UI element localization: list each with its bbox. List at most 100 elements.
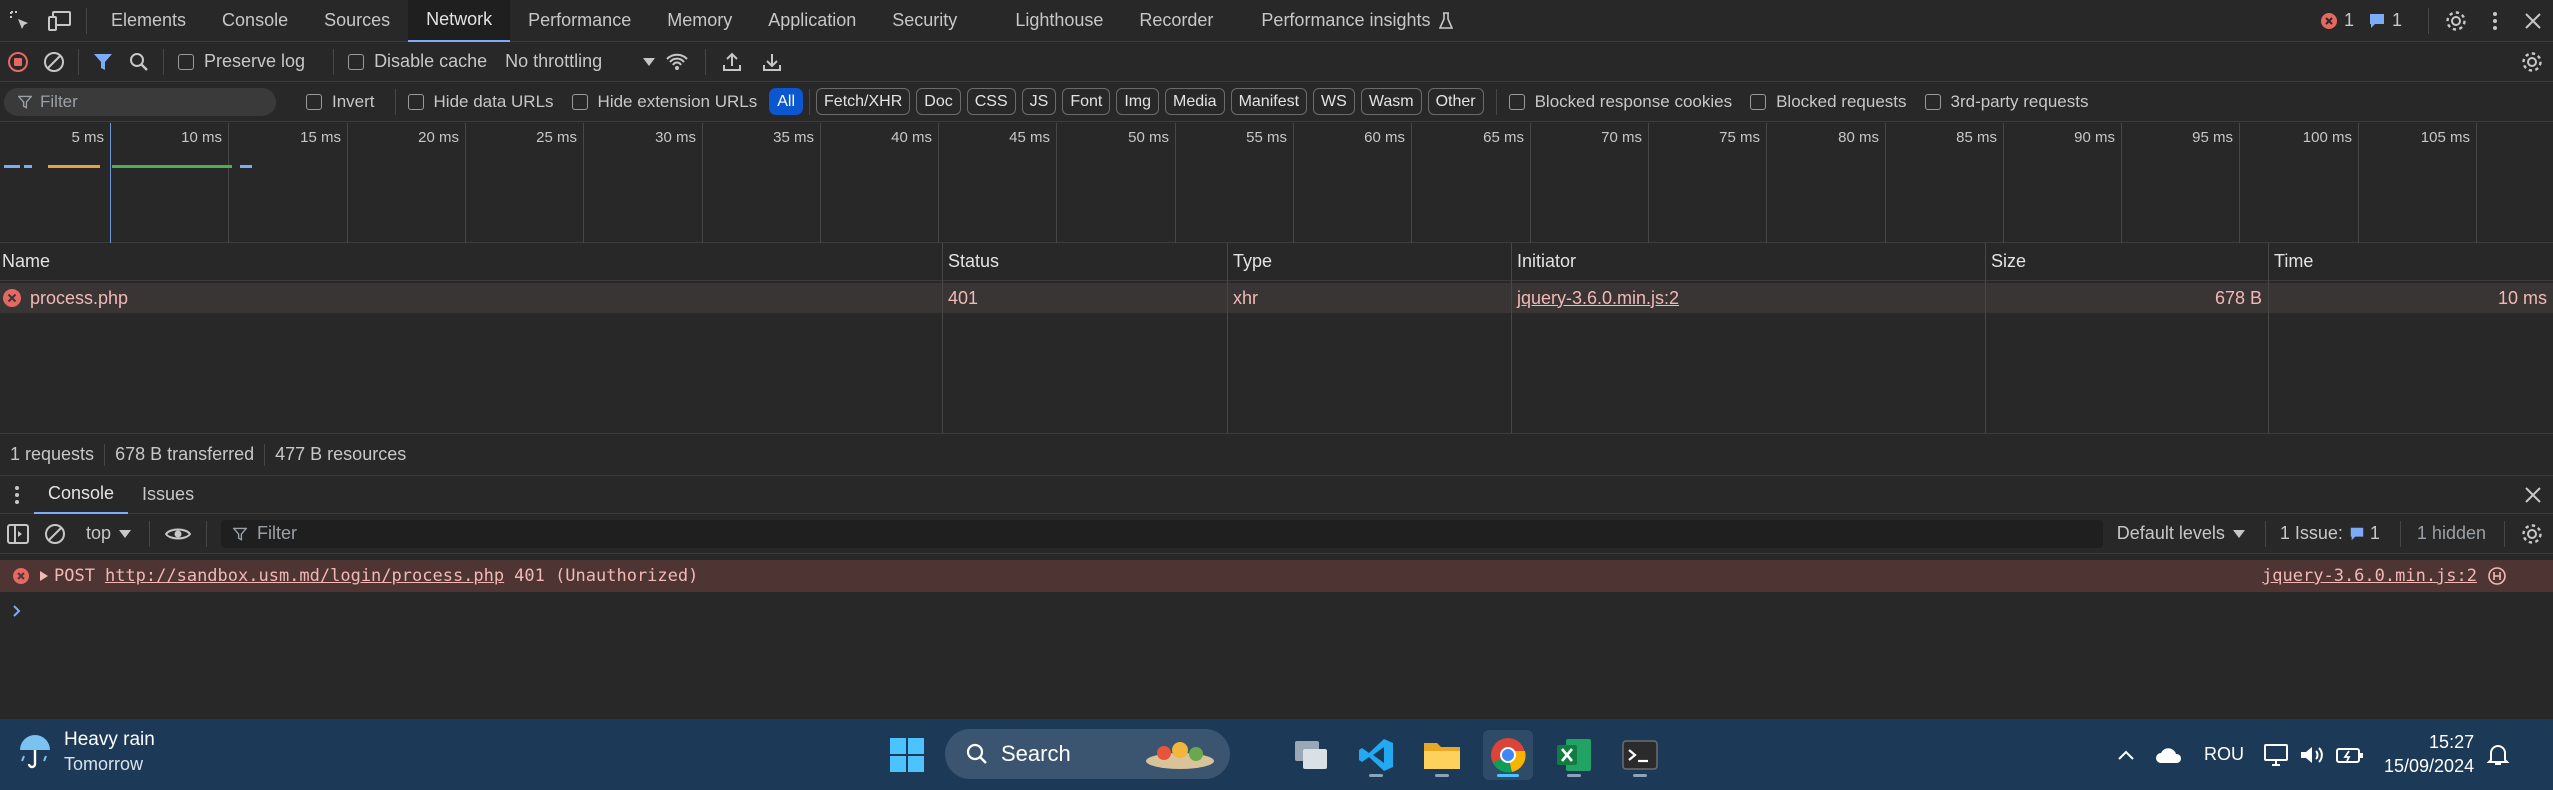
clear-icon[interactable]: [36, 51, 72, 73]
export-har-icon[interactable]: [752, 52, 792, 72]
hide-data-urls-checkbox[interactable]: Hide data URLs: [407, 92, 554, 112]
message-counter[interactable]: 1: [2368, 10, 2402, 31]
console-settings-gear-icon[interactable]: [2511, 523, 2553, 545]
chevron-up-icon[interactable]: [2108, 749, 2144, 761]
clear-console-icon[interactable]: [36, 523, 74, 545]
network-icon[interactable]: [2258, 743, 2294, 767]
clock[interactable]: 15:27 15/09/2024: [2384, 732, 2474, 777]
column-divider[interactable]: [942, 243, 943, 433]
task-view-button[interactable]: [1286, 730, 1336, 780]
tab-elements[interactable]: Elements: [93, 0, 204, 42]
tab-performance-insights[interactable]: Performance insights: [1243, 0, 1470, 42]
tab-sources[interactable]: Sources: [306, 0, 408, 42]
network-conditions-icon[interactable]: [655, 52, 699, 72]
file-explorer-taskbar-button[interactable]: [1417, 730, 1467, 780]
battery-icon[interactable]: [2330, 746, 2370, 764]
blocked-requests-checkbox[interactable]: Blocked requests: [1750, 92, 1907, 112]
keyboard-language[interactable]: ROU: [2204, 744, 2244, 765]
onedrive-cloud-icon[interactable]: [2144, 746, 2194, 764]
type-filter-all[interactable]: All: [769, 88, 804, 115]
device-toolbar-icon[interactable]: [40, 0, 80, 42]
request-name-cell[interactable]: process.php: [0, 283, 942, 313]
type-filter-js[interactable]: JS: [1021, 88, 1057, 115]
excel-taskbar-button[interactable]: [1549, 730, 1599, 780]
volume-icon[interactable]: [2294, 744, 2330, 766]
network-overview-timeline[interactable]: 5 ms 10 ms 15 ms 20 ms 25 ms 30 ms 35 ms 40 ms 4…: [0, 123, 2553, 243]
console-prompt[interactable]: [0, 596, 2553, 626]
checkbox-box[interactable]: [407, 93, 424, 110]
disable-cache-checkbox[interactable]: Disable cache: [348, 51, 487, 72]
col-header-size[interactable]: Size: [1985, 243, 2268, 281]
weather-widget[interactable]: Heavy rain Tomorrow: [18, 729, 155, 775]
type-filter-wasm[interactable]: Wasm: [1360, 88, 1422, 115]
type-filter-css[interactable]: CSS: [966, 88, 1016, 115]
checkbox-box[interactable]: [306, 93, 322, 110]
drawer-tab-console[interactable]: Console: [34, 476, 129, 514]
blocked-cookies-checkbox[interactable]: Blocked response cookies: [1508, 92, 1732, 112]
checkbox-box[interactable]: [571, 93, 588, 110]
tab-recorder[interactable]: Recorder: [1121, 0, 1243, 42]
filter-funnel-icon[interactable]: [85, 52, 121, 72]
inspect-element-icon[interactable]: [0, 0, 40, 42]
error-source-link[interactable]: jquery-3.6.0.min.js:2: [2262, 566, 2477, 586]
chrome-taskbar-button[interactable]: [1483, 730, 1533, 780]
col-header-time[interactable]: Time: [2268, 243, 2553, 281]
tab-console[interactable]: Console: [204, 0, 306, 42]
type-filter-font[interactable]: Font: [1062, 88, 1111, 115]
tab-application[interactable]: Application: [750, 0, 874, 42]
request-initiator-link[interactable]: jquery-3.6.0.min.js:2: [1517, 288, 1679, 309]
type-filter-other[interactable]: Other: [1427, 88, 1484, 115]
type-filter-fetch-xhr[interactable]: Fetch/XHR: [816, 88, 911, 115]
terminal-taskbar-button[interactable]: [1615, 730, 1665, 780]
column-divider[interactable]: [1227, 243, 1228, 433]
live-expression-eye-icon[interactable]: [156, 526, 200, 542]
col-header-type[interactable]: Type: [1227, 243, 1511, 281]
checkbox-box[interactable]: [1508, 93, 1525, 110]
throttling-select[interactable]: No throttling: [505, 51, 656, 72]
log-levels-select[interactable]: Default levels: [2117, 523, 2245, 544]
insight-icon[interactable]: [2487, 566, 2507, 586]
checkbox-box[interactable]: [178, 53, 194, 70]
drawer-menu-icon[interactable]: [0, 485, 34, 505]
third-party-checkbox[interactable]: 3rd-party requests: [1924, 92, 2088, 112]
tab-security[interactable]: Security: [874, 0, 997, 42]
checkbox-box[interactable]: [1924, 93, 1941, 110]
close-devtools-icon[interactable]: [2513, 0, 2553, 42]
vscode-taskbar-button[interactable]: [1351, 730, 1401, 780]
issues-counter[interactable]: 1 Issue: 1: [2280, 523, 2380, 544]
type-filter-img[interactable]: Img: [1116, 88, 1159, 115]
console-error-message[interactable]: POST http://sandbox.usm.md/login/process…: [0, 560, 2553, 592]
col-header-name[interactable]: Name: [0, 243, 942, 281]
type-filter-doc[interactable]: Doc: [916, 88, 961, 115]
expand-triangle-icon[interactable]: [40, 571, 48, 581]
column-divider[interactable]: [1985, 243, 1986, 433]
record-stop-icon[interactable]: [0, 51, 36, 73]
more-options-icon[interactable]: [2477, 0, 2513, 42]
notification-bell-icon[interactable]: [2474, 743, 2522, 767]
network-filter-input[interactable]: Filter: [4, 87, 276, 116]
tab-memory[interactable]: Memory: [649, 0, 750, 42]
settings-gear-icon[interactable]: [2435, 0, 2477, 42]
search-icon[interactable]: [121, 52, 157, 72]
error-url-link[interactable]: http://sandbox.usm.md/login/process.php: [105, 566, 504, 586]
column-divider[interactable]: [1511, 243, 1512, 433]
error-counter[interactable]: 1: [2320, 10, 2354, 31]
start-button[interactable]: [882, 730, 932, 780]
tab-lighthouse[interactable]: Lighthouse: [997, 0, 1121, 42]
context-select[interactable]: top: [86, 523, 132, 544]
type-filter-manifest[interactable]: Manifest: [1230, 88, 1308, 115]
taskbar-search[interactable]: Search: [945, 729, 1230, 779]
invert-checkbox[interactable]: Invert: [306, 92, 375, 112]
col-header-status[interactable]: Status: [942, 243, 1227, 281]
preserve-log-checkbox[interactable]: Preserve log: [178, 51, 305, 72]
table-row[interactable]: process.php 401 xhr jquery-3.6.0.min.js:…: [0, 283, 2553, 313]
column-divider[interactable]: [2268, 243, 2269, 433]
import-har-icon[interactable]: [712, 52, 752, 72]
close-drawer-icon[interactable]: [2513, 486, 2553, 503]
tab-network[interactable]: Network: [408, 0, 511, 42]
console-filter-input[interactable]: Filter: [221, 519, 2103, 548]
sidebar-toggle-icon[interactable]: [0, 523, 36, 544]
col-header-initiator[interactable]: Initiator: [1511, 243, 1985, 281]
checkbox-box[interactable]: [1750, 93, 1767, 110]
checkbox-box[interactable]: [348, 53, 365, 70]
